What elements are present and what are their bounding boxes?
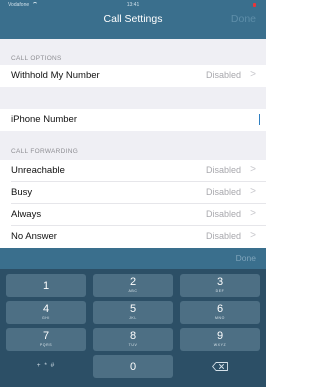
row-value: Disabled [205, 187, 241, 197]
key-3[interactable]: 3 DEF [180, 274, 260, 297]
status-bar: Vodafone 13:41 [0, 0, 266, 10]
key-4[interactable]: 4 GHI [6, 301, 86, 324]
chevron-right-icon: > [250, 208, 256, 219]
key-symbols[interactable]: + * # [6, 355, 86, 378]
key-1[interactable]: 1 [6, 274, 86, 297]
row-no-answer[interactable]: No Answer Disabled > [0, 226, 266, 248]
chevron-right-icon: > [250, 186, 256, 197]
row-iphone-number[interactable]: iPhone Number [0, 109, 266, 131]
navigation-bar: Vodafone 13:41 Call Settings Done [0, 0, 266, 39]
text-cursor [258, 114, 260, 125]
key-letters: WXYZ [213, 343, 227, 347]
key-letters: ABC [128, 289, 138, 293]
key-backspace[interactable] [180, 355, 260, 378]
row-value: Disabled [205, 70, 241, 80]
key-0[interactable]: 0 [93, 355, 173, 378]
row-label: Busy [11, 187, 33, 198]
row-value: Disabled [205, 231, 241, 241]
key-2[interactable]: 2 ABC [93, 274, 173, 297]
key-digit: 4 [42, 303, 50, 315]
keyboard-done-button[interactable]: Done [236, 253, 256, 263]
key-digit: 9 [216, 330, 224, 342]
section-header-call-options: CALL OPTIONS [11, 55, 62, 62]
number-pad: 1 2 ABC 3 DEF 4 GHI 5 JKL 6 MNO 7 PQRS 8… [0, 269, 266, 387]
key-digit: 8 [129, 330, 137, 342]
battery-icon [253, 3, 256, 7]
key-digit: 1 [42, 280, 50, 292]
chevron-right-icon: > [250, 230, 256, 241]
keyboard-toolbar: Done [0, 248, 266, 269]
row-always[interactable]: Always Disabled > [0, 204, 266, 226]
key-letters: MNO [215, 316, 225, 320]
row-value: Disabled [205, 209, 241, 219]
key-letters: JKL [129, 316, 137, 320]
chevron-right-icon: > [250, 69, 256, 80]
page-title: Call Settings [103, 13, 163, 25]
row-busy[interactable]: Busy Disabled > [0, 182, 266, 204]
key-digit: 6 [216, 303, 224, 315]
row-withhold-my-number[interactable]: Withhold My Number Disabled > [0, 65, 266, 87]
key-letters: DEF [215, 289, 225, 293]
key-digit: 5 [129, 303, 137, 315]
row-value: Disabled [205, 165, 241, 175]
key-digit: 3 [216, 276, 224, 288]
key-6[interactable]: 6 MNO [180, 301, 260, 324]
key-5[interactable]: 5 JKL [93, 301, 173, 324]
key-letters: PQRS [39, 343, 53, 347]
key-8[interactable]: 8 TUV [93, 328, 173, 351]
row-label: Withhold My Number [11, 70, 100, 81]
key-7[interactable]: 7 PQRS [6, 328, 86, 351]
row-label: Unreachable [11, 165, 65, 176]
iphone-number-field: iPhone Number [11, 114, 78, 125]
row-unreachable[interactable]: Unreachable Disabled > [0, 160, 266, 182]
row-label: Always [11, 209, 42, 220]
status-time: 13:41 [126, 2, 140, 8]
backspace-icon [212, 362, 228, 371]
section-header-call-forwarding: CALL FORWARDING [11, 148, 79, 155]
section-gap [0, 87, 266, 109]
row-label: No Answer [11, 231, 57, 242]
nav-done-button[interactable]: Done [231, 13, 256, 25]
key-letters: TUV [128, 343, 138, 347]
chevron-right-icon: > [250, 164, 256, 175]
key-symbols-label: + * # [36, 362, 56, 369]
key-9[interactable]: 9 WXYZ [180, 328, 260, 351]
key-letters: GHI [41, 316, 51, 320]
key-digit: 7 [42, 330, 50, 342]
key-digit: 0 [129, 361, 137, 373]
key-digit: 2 [129, 276, 137, 288]
